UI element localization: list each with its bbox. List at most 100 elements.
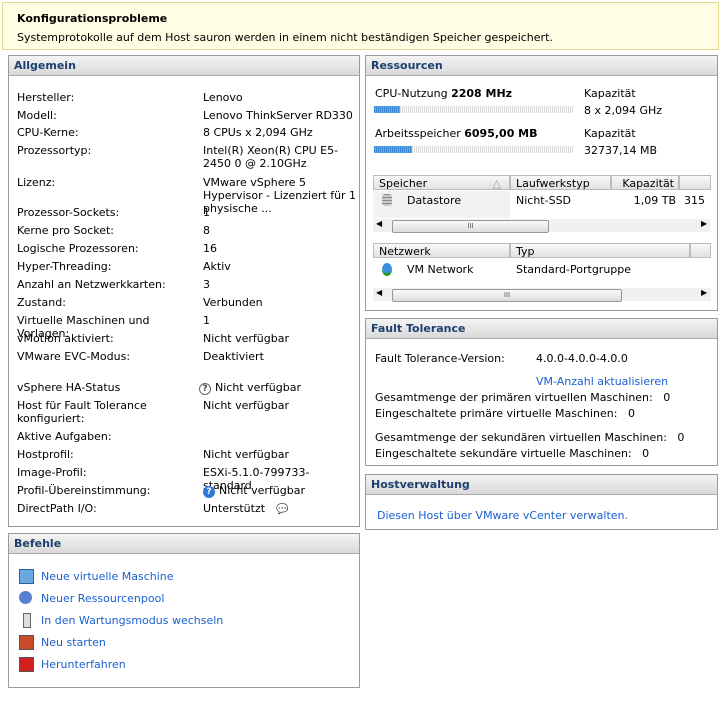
row-value: Verbunden: [203, 296, 358, 309]
storage-row[interactable]: Datastore: [373, 191, 510, 218]
row-value-text: Intel(R) Xeon(R) CPU E5-2450 0 @ 2.10GHz: [203, 144, 339, 170]
banner-message: Systemprotokolle auf dem Host sauron wer…: [17, 31, 553, 44]
row-value: Intel(R) Xeon(R) CPU E5-2450 0 @ 2.10GHz: [203, 144, 358, 170]
row-value-text: Deaktiviert: [203, 350, 264, 363]
scroll-thumb[interactable]: III: [392, 289, 622, 302]
host-management-panel: Hostverwaltung Diesen Host über VMware v…: [365, 474, 718, 530]
shutdown-icon[interactable]: [19, 657, 34, 672]
row-value: ? Nicht verfügbar: [203, 484, 358, 498]
row-label: Aktive Aufgaben:: [17, 430, 112, 443]
new-resource-pool-icon[interactable]: [19, 591, 32, 604]
row-label: Lizenz:: [17, 176, 56, 189]
datastore-name: Datastore: [407, 194, 462, 207]
network-col-header[interactable]: Netzwerk: [373, 243, 510, 258]
row-label: Image-Profil:: [17, 466, 87, 479]
ft-row: Gesamtmenge der primären virtuellen Masc…: [375, 391, 671, 404]
scroll-thumb[interactable]: III: [392, 220, 549, 233]
scroll-left-icon[interactable]: ◀: [376, 219, 382, 228]
row-value: 1: [203, 206, 358, 219]
network-scrollbar[interactable]: ◀ III ▶: [373, 288, 711, 302]
comment-icon[interactable]: 💬: [273, 504, 288, 515]
row-value-text: 8: [203, 224, 210, 237]
storage-col-header[interactable]: Speicher △: [373, 175, 510, 190]
row-value-text: Nicht verfügbar: [203, 448, 289, 461]
help-icon[interactable]: ?: [199, 383, 211, 395]
network-type-col-header[interactable]: Typ: [510, 243, 690, 258]
cpu-usage-label: CPU-Nutzung 2208 MHz: [375, 87, 513, 100]
cpu-capacity-value: 8 x 2,094 GHz: [584, 104, 663, 117]
scroll-left-icon[interactable]: ◀: [376, 288, 382, 297]
row-value-text: Aktiv: [203, 260, 231, 273]
datastore-capacity: 1,09 TB: [633, 194, 676, 207]
row-value: 8: [203, 224, 358, 237]
fault-tolerance-panel: Fault Tolerance Fault Tolerance-Version:…: [365, 318, 718, 466]
help-icon[interactable]: ?: [203, 486, 215, 498]
general-panel: Allgemein Hersteller: Lenovo Modell: Lenovo…: [8, 55, 360, 527]
row-value-text: 8 CPUs x 2,094 GHz: [203, 126, 313, 139]
row-value-text: Nicht verfügbar: [203, 399, 289, 412]
row-label: Hersteller:: [17, 91, 75, 104]
row-value-text: Nicht verfügbar: [203, 332, 289, 345]
row-value: Nicht verfügbar: [203, 399, 358, 412]
sort-asc-icon: △: [492, 177, 501, 190]
command-link[interactable]: Neuer Ressourcenpool: [41, 592, 164, 605]
command-link[interactable]: Neu starten: [41, 636, 106, 649]
row-label: vSphere HA-Status: [17, 381, 121, 394]
memory-usage-fill: [374, 146, 412, 153]
extra-col-header[interactable]: [679, 175, 711, 190]
scroll-right-icon[interactable]: ▶: [701, 219, 707, 228]
ft-row: Eingeschaltete primäre virtuelle Maschin…: [375, 407, 635, 420]
row-value: 1: [203, 314, 358, 327]
commands-panel: Befehle Neue virtuelle Maschine Neuer Res…: [8, 533, 360, 688]
drive-type-col-header[interactable]: Laufwerkstyp: [510, 175, 611, 190]
row-value-text: Verbunden: [203, 296, 263, 309]
banner-title: Konfigurationsprobleme: [17, 12, 168, 25]
row-value: Nicht verfügbar: [203, 448, 358, 461]
command-link[interactable]: In den Wartungsmodus wechseln: [41, 614, 223, 627]
cpu-usage-fill: [374, 106, 400, 113]
ft-version-label: Fault Tolerance-Version:: [375, 352, 505, 365]
row-label: Hostprofil:: [17, 448, 74, 461]
command-link[interactable]: Neue virtuelle Maschine: [41, 570, 174, 583]
row-value: Unterstützt 💬: [203, 502, 358, 516]
fault-tolerance-title: Fault Tolerance: [366, 319, 717, 339]
row-value: Aktiv: [203, 260, 358, 273]
ft-row: Eingeschaltete sekundäre virtuelle Masch…: [375, 447, 650, 460]
network-extra-col-header[interactable]: [690, 243, 711, 258]
row-label: VMware EVC-Modus:: [17, 350, 131, 363]
row-label: Logische Prozessoren:: [17, 242, 139, 255]
wrench-icon[interactable]: [23, 613, 31, 628]
row-label: Prozessortyp:: [17, 144, 92, 157]
row-value: Deaktiviert: [203, 350, 358, 363]
config-issues-banner: Konfigurationsprobleme Systemprotokolle …: [2, 2, 719, 50]
memory-usage-bar: [374, 146, 574, 153]
storage-scrollbar[interactable]: ◀ III ▶: [373, 219, 711, 233]
command-link[interactable]: Herunterfahren: [41, 658, 126, 671]
datastore-type: Nicht-SSD: [516, 194, 572, 207]
row-value-text: 1: [203, 206, 210, 219]
row-value-text: Unterstützt: [203, 502, 266, 515]
row-label: Modell:: [17, 109, 57, 122]
row-value-text: Lenovo ThinkServer RD330: [203, 109, 353, 122]
cpu-capacity-label: Kapazität: [584, 87, 636, 100]
memory-capacity-value: 32737,14 MB: [584, 144, 658, 157]
row-value: Lenovo ThinkServer RD330: [203, 109, 358, 122]
row-value-text: Nicht verfügbar: [219, 484, 305, 497]
ft-version-value: 4.0.0-4.0.0-4.0.0: [536, 352, 628, 365]
row-label: Kerne pro Socket:: [17, 224, 115, 237]
memory-usage-label: Arbeitsspeicher 6095,00 MB: [375, 127, 538, 140]
network-row[interactable]: VM Network Standard-Portgruppe: [373, 261, 711, 281]
row-label: CPU-Kerne:: [17, 126, 79, 139]
refresh-vm-count-link[interactable]: VM-Anzahl aktualisieren: [536, 375, 668, 388]
row-value-text: 16: [203, 242, 217, 255]
resources-title: Ressourcen: [366, 56, 717, 76]
new-vm-icon[interactable]: [19, 569, 34, 584]
row-value: 16: [203, 242, 358, 255]
restart-icon[interactable]: [19, 635, 34, 650]
datastore-icon: [382, 194, 392, 206]
row-value: ? Nicht verfügbar: [199, 381, 354, 395]
scroll-right-icon[interactable]: ▶: [701, 288, 707, 297]
manage-via-vcenter-link[interactable]: Diesen Host über VMware vCenter verwalte…: [377, 509, 628, 522]
row-label: DirectPath I/O:: [17, 502, 97, 515]
capacity-col-header[interactable]: Kapazität: [611, 175, 679, 190]
